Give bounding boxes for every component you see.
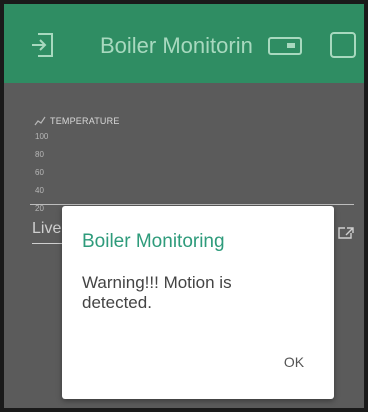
chart-header: TEMPERATURE xyxy=(34,114,120,128)
device-icon[interactable] xyxy=(266,34,304,58)
top-bar: Boiler Monitorin xyxy=(4,4,364,83)
page-title: Boiler Monitorin xyxy=(100,33,253,58)
y-tick-label: 80 xyxy=(35,150,44,159)
app-screen: Boiler Monitorin TEMPERATURE 100 80 60 4… xyxy=(4,4,364,408)
y-tick-label: 20 xyxy=(35,204,44,213)
tab-live[interactable]: Live xyxy=(32,219,61,239)
y-tick-label: 40 xyxy=(35,186,44,195)
exit-icon[interactable] xyxy=(28,31,56,59)
y-tick-label: 100 xyxy=(35,132,49,141)
chart-icon xyxy=(34,116,46,126)
expand-icon[interactable] xyxy=(337,226,355,240)
dialog-title: Boiler Monitoring xyxy=(82,231,225,252)
alert-dialog: Boiler Monitoring Warning!!! Motion is d… xyxy=(62,206,334,399)
chart-baseline xyxy=(30,204,354,205)
y-tick-label: 60 xyxy=(35,168,44,177)
chart-title: TEMPERATURE xyxy=(50,116,120,126)
ok-button[interactable]: OK xyxy=(274,347,314,377)
square-icon[interactable] xyxy=(330,32,356,58)
dialog-message: Warning!!! Motion is detected. xyxy=(82,273,232,312)
